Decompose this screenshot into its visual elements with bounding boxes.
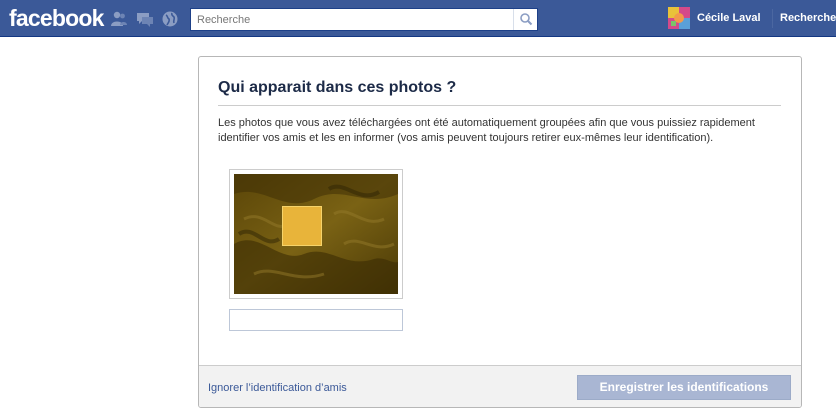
friend-tag-input[interactable] bbox=[229, 309, 403, 331]
face-detection-box[interactable] bbox=[282, 206, 322, 246]
profile-name-link[interactable]: Cécile Laval bbox=[697, 12, 761, 24]
photo-tagging-dialog: Qui apparait dans ces photos ? Les photo… bbox=[198, 56, 802, 408]
top-bar: facebook Recherche Cécile Laval Recherch… bbox=[0, 0, 836, 37]
dialog-description: Les photos que vous avez téléchargées on… bbox=[218, 117, 755, 144]
dialog-title: Qui apparait dans ces photos ? bbox=[218, 79, 457, 96]
nav-divider bbox=[772, 9, 773, 28]
skip-tagging-link[interactable]: Ignorer l’identification d’amis bbox=[208, 382, 347, 394]
facebook-logo[interactable]: facebook bbox=[9, 5, 104, 32]
search-input[interactable] bbox=[191, 9, 513, 30]
search-button[interactable] bbox=[513, 9, 537, 30]
messages-icon[interactable] bbox=[136, 10, 154, 28]
magnifier-icon bbox=[520, 13, 533, 26]
photo-thumbnail bbox=[234, 174, 398, 294]
nav-search-link[interactable]: Recherche bbox=[780, 12, 836, 24]
user-avatar[interactable] bbox=[668, 7, 690, 29]
save-tags-button[interactable]: Enregistrer les identifications bbox=[577, 375, 791, 400]
title-divider bbox=[218, 105, 781, 106]
dialog-footer: Ignorer l’identification d’amis Enregist… bbox=[199, 365, 801, 407]
friend-requests-icon[interactable] bbox=[110, 10, 128, 28]
notifications-globe-icon[interactable] bbox=[161, 10, 179, 28]
search-box bbox=[190, 8, 538, 31]
photo-frame bbox=[229, 169, 403, 299]
